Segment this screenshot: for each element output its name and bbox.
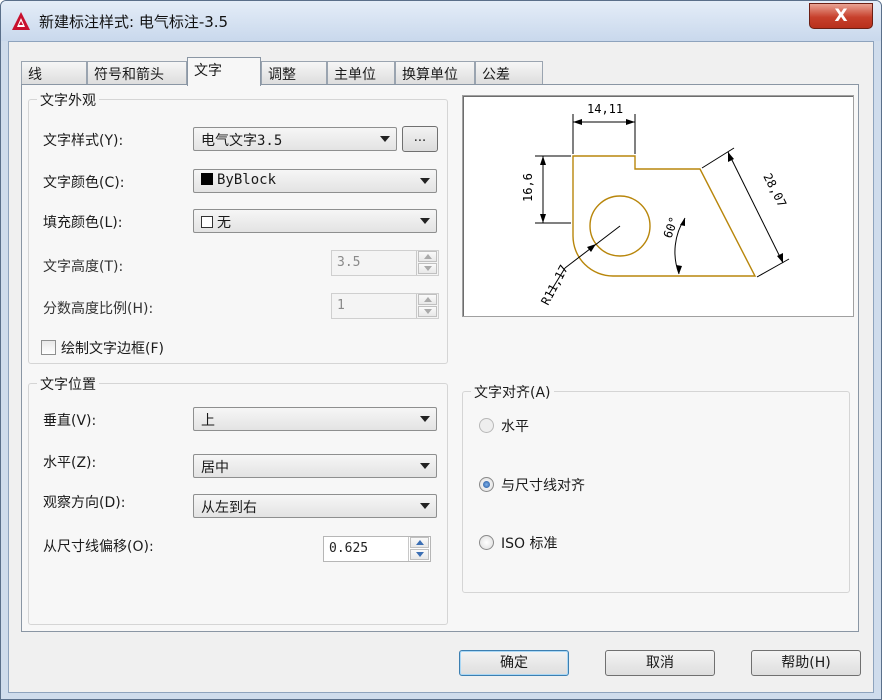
- tab-text[interactable]: 文字: [187, 57, 261, 86]
- preview-dim-angle: 60°: [661, 215, 682, 240]
- text-tab-panel: 文字外观 文字样式(Y): 电气文字3.5 ... 文字颜色(C): ByBlo…: [21, 84, 859, 632]
- horizontal-label: 水平(Z):: [43, 455, 97, 471]
- chevron-down-icon: [420, 463, 430, 469]
- vertical-label: 垂直(V):: [43, 413, 97, 429]
- text-style-label: 文字样式(Y):: [43, 133, 124, 149]
- fraction-height-label: 分数高度比例(H):: [43, 301, 154, 317]
- fraction-height-value: 1: [337, 298, 345, 313]
- text-alignment-group: 文字对齐(A) 水平 与尺寸线对齐 ISO 标准: [462, 382, 850, 593]
- title-bar[interactable]: 新建标注样式: 电气标注-3.5 X: [1, 1, 881, 41]
- offset-label: 从尺寸线偏移(O):: [43, 539, 154, 555]
- chevron-down-icon: [420, 178, 430, 184]
- spin-up-icon[interactable]: [418, 294, 437, 305]
- color-swatch-icon: [201, 173, 213, 185]
- horizontal-position-select[interactable]: 居中: [193, 454, 437, 478]
- cancel-button[interactable]: 取消: [605, 650, 715, 676]
- tab-alternate-units[interactable]: 换算单位: [395, 61, 475, 85]
- text-height-label: 文字高度(T):: [43, 259, 124, 275]
- vertical-position-select[interactable]: 上: [193, 407, 437, 431]
- preview-dim-slant: 28,07: [760, 171, 789, 210]
- tab-primary-units[interactable]: 主单位: [327, 61, 395, 85]
- offset-value: 0.625: [329, 541, 369, 556]
- view-direction-select[interactable]: 从左到右: [193, 494, 437, 518]
- draw-frame-checkbox[interactable]: [41, 340, 56, 355]
- text-appearance-title: 文字外观: [37, 90, 99, 110]
- chevron-down-icon: [420, 503, 430, 509]
- view-direction-value: 从左到右: [201, 500, 257, 516]
- align-iso-label: ISO 标准: [501, 536, 558, 552]
- dialog-window: 新建标注样式: 电气标注-3.5 X 线 符号和箭头 文字 调整 主单位 换算单…: [0, 0, 882, 700]
- text-height-spinner[interactable]: 3.5: [331, 250, 439, 276]
- tab-tolerances[interactable]: 公差: [475, 61, 543, 85]
- offset-spinner[interactable]: 0.625: [323, 536, 431, 562]
- fill-color-select[interactable]: 无: [193, 209, 437, 233]
- text-position-title: 文字位置: [37, 374, 99, 394]
- tab-fit[interactable]: 调整: [261, 61, 327, 85]
- chevron-down-icon: [420, 416, 430, 422]
- fraction-height-spinner[interactable]: 1: [331, 293, 439, 319]
- autocad-logo-icon: [12, 12, 30, 30]
- align-with-dimline-label: 与尺寸线对齐: [501, 478, 585, 494]
- spin-up-icon[interactable]: [418, 251, 437, 262]
- dimension-preview-drawing: 14,11 16,6 28,07 60° R11,17: [521, 102, 790, 308]
- chevron-down-icon: [420, 218, 430, 224]
- fill-color-value: 无: [217, 215, 231, 231]
- close-button[interactable]: X: [809, 3, 873, 29]
- align-iso-radio[interactable]: [479, 535, 494, 550]
- window-title: 新建标注样式: 电气标注-3.5: [39, 13, 229, 31]
- tab-lines[interactable]: 线: [21, 61, 87, 85]
- text-style-select[interactable]: 电气文字3.5: [193, 127, 397, 151]
- text-style-browse-button[interactable]: ...: [402, 126, 438, 152]
- spin-down-icon[interactable]: [418, 306, 437, 317]
- preview-dim-radius: R11,17: [538, 263, 571, 308]
- help-button[interactable]: 帮助(H): [751, 650, 861, 676]
- text-style-value: 电气文字3.5: [201, 133, 283, 149]
- preview-dim-left: 16,6: [521, 173, 535, 202]
- draw-frame-label: 绘制文字边框(F): [61, 341, 164, 357]
- preview-outline-shape: [572, 155, 757, 277]
- chevron-down-icon: [380, 136, 390, 142]
- ok-button[interactable]: 确定: [459, 650, 569, 676]
- text-alignment-title: 文字对齐(A): [471, 382, 554, 402]
- preview-dim-top: 14,11: [587, 102, 623, 116]
- horizontal-position-value: 居中: [201, 460, 229, 476]
- style-preview-pane: 14,11 16,6 28,07 60° R11,17: [462, 95, 854, 317]
- tab-symbols-arrows[interactable]: 符号和箭头: [87, 61, 187, 85]
- spin-up-icon[interactable]: [410, 537, 429, 548]
- text-color-value: ByBlock: [217, 172, 277, 188]
- align-with-dimline-radio[interactable]: [479, 477, 494, 492]
- view-direction-label: 观察方向(D):: [43, 495, 126, 511]
- text-position-group: 文字位置 垂直(V): 上 水平(Z): 居中 观察方向(D): 从左到右 从尺…: [28, 374, 448, 625]
- align-horizontal-label: 水平: [501, 419, 529, 435]
- text-appearance-group: 文字外观 文字样式(Y): 电气文字3.5 ... 文字颜色(C): ByBlo…: [28, 90, 448, 364]
- spin-down-icon[interactable]: [410, 549, 429, 560]
- dialog-client-area: 线 符号和箭头 文字 调整 主单位 换算单位 公差 文字外观 文字样式(Y): …: [8, 41, 874, 693]
- fill-color-label: 填充颜色(L):: [43, 215, 123, 231]
- text-height-value: 3.5: [337, 255, 361, 270]
- align-horizontal-radio[interactable]: [479, 418, 494, 433]
- empty-swatch-icon: [201, 216, 213, 228]
- text-color-label: 文字颜色(C):: [43, 175, 125, 191]
- text-color-select[interactable]: ByBlock: [193, 169, 437, 193]
- vertical-position-value: 上: [201, 413, 215, 429]
- spin-down-icon[interactable]: [418, 263, 437, 274]
